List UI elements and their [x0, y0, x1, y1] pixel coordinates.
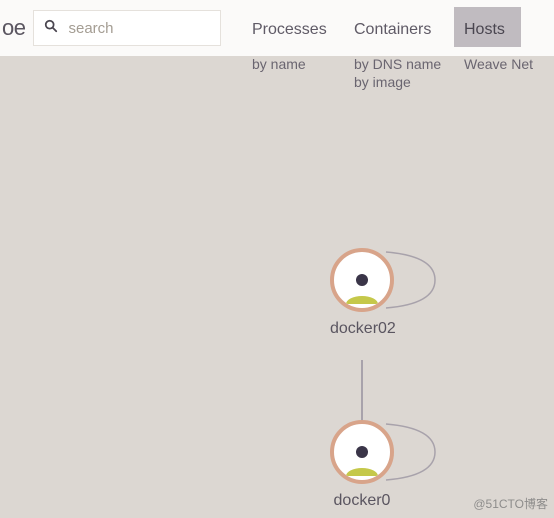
- host-node-label: docker0: [330, 492, 394, 510]
- tab-hosts[interactable]: Hosts: [454, 7, 521, 47]
- host-node-label: docker02: [330, 320, 396, 338]
- node-metric-arc-icon: [346, 468, 378, 476]
- host-node-docker02[interactable]: docker02: [330, 248, 396, 338]
- node-metric-arc-icon: [346, 296, 378, 304]
- node-dot-icon: [356, 446, 368, 458]
- logo-fragment: oe: [0, 15, 33, 41]
- tab-containers[interactable]: Containers: [344, 7, 447, 47]
- watermark-text: @51CTO博客: [473, 495, 548, 512]
- search-icon: [44, 19, 68, 38]
- search-input[interactable]: [68, 20, 210, 37]
- host-node-circle-icon: [330, 248, 394, 312]
- host-node-circle-icon: [330, 420, 394, 484]
- tab-processes[interactable]: Processes: [242, 7, 343, 47]
- node-dot-icon: [356, 274, 368, 286]
- topology-canvas[interactable]: docker02 docker0: [0, 56, 554, 518]
- search-box[interactable]: [33, 10, 221, 46]
- host-node-docker0x[interactable]: docker0: [330, 420, 394, 510]
